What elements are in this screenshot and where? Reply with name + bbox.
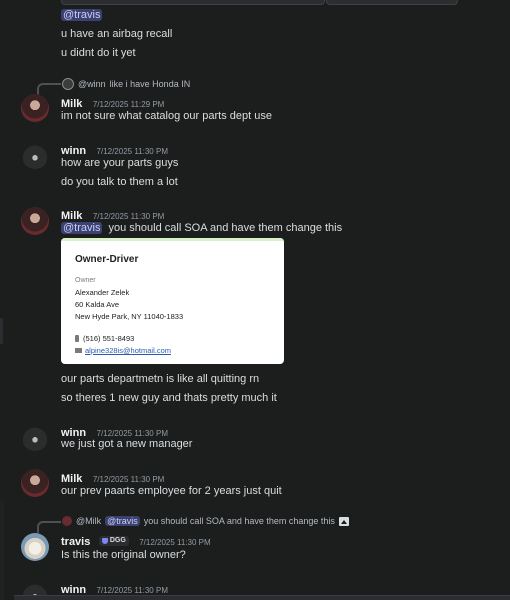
username[interactable]: Milk bbox=[61, 473, 82, 485]
message-line: do you talk to them a lot bbox=[61, 176, 178, 188]
message-line: @travis bbox=[61, 9, 103, 21]
timestamp: 7/12/2025 11:30 PM bbox=[92, 475, 165, 484]
scroll-edge bbox=[0, 318, 3, 344]
message-header: travis DGG 7/12/2025 11:30 PM bbox=[61, 532, 211, 550]
username[interactable]: travis bbox=[61, 536, 90, 548]
timestamp: 7/12/2025 11:30 PM bbox=[92, 212, 165, 221]
owner-city: New Hyde Park, NY 11040-1833 bbox=[75, 312, 184, 321]
timestamp: 7/12/2025 11:29 PM bbox=[92, 100, 165, 109]
avatar[interactable] bbox=[21, 94, 49, 122]
avatar bbox=[62, 516, 72, 526]
username[interactable]: Milk bbox=[61, 98, 82, 110]
card-accent-bar bbox=[61, 238, 284, 241]
embed-stub bbox=[326, 0, 458, 5]
timestamp: 7/12/2025 11:30 PM bbox=[96, 147, 168, 156]
card-title: Owner-Driver bbox=[75, 254, 139, 265]
shield-badge-icon bbox=[101, 537, 108, 544]
sidebar-edge bbox=[0, 500, 4, 600]
user-mention[interactable]: @travis bbox=[61, 9, 103, 21]
message-line: we just got a new manager bbox=[61, 438, 193, 450]
avatar[interactable] bbox=[21, 533, 49, 561]
avatar[interactable] bbox=[21, 423, 49, 451]
embed-stub bbox=[61, 0, 325, 5]
message-line: u didnt do it yet bbox=[61, 47, 136, 59]
message-line: u have an airbag recall bbox=[61, 28, 173, 40]
server-tag-label: DGG bbox=[109, 537, 126, 545]
owner-street: 60 Kalda Ave bbox=[75, 300, 120, 309]
chat-window: @travis u have an airbag recall u didnt … bbox=[0, 0, 510, 600]
reply-spine bbox=[37, 83, 61, 95]
owner-email: alpine328is@hotmail.com bbox=[85, 346, 171, 355]
server-tag[interactable]: DGG bbox=[98, 535, 129, 546]
owner-phone-row: (516) 551-8493 bbox=[75, 334, 134, 343]
user-mention[interactable]: @travis bbox=[105, 516, 140, 526]
message-line: @travis you should call SOA and have the… bbox=[61, 222, 342, 234]
timestamp: 7/12/2025 11:30 PM bbox=[96, 586, 168, 595]
avatar[interactable] bbox=[21, 207, 49, 235]
message-line: our prev paarts employee for 2 years jus… bbox=[61, 485, 282, 497]
avatar[interactable] bbox=[21, 141, 49, 169]
username[interactable]: Milk bbox=[61, 210, 82, 222]
reply-text: like i have Honda IN bbox=[109, 79, 191, 89]
timestamp: 7/12/2025 11:30 PM bbox=[139, 538, 211, 547]
image-attachment[interactable]: Owner-Driver Owner Alexander Zelek 60 Ka… bbox=[61, 238, 284, 364]
reply-preview[interactable]: @Milk @travis you should call SOA and ha… bbox=[62, 516, 349, 526]
timestamp: 7/12/2025 11:30 PM bbox=[96, 429, 168, 438]
avatar bbox=[62, 78, 74, 90]
reply-username[interactable]: @Milk bbox=[76, 516, 101, 526]
message-line: how are your parts guys bbox=[61, 157, 179, 169]
message-text: you should call SOA and have them change… bbox=[108, 222, 343, 234]
message-line: Is this the original owner? bbox=[61, 549, 186, 561]
image-icon bbox=[338, 516, 349, 526]
owner-email-row: alpine328is@hotmail.com bbox=[75, 346, 171, 355]
owner-phone: (516) 551-8493 bbox=[83, 334, 135, 343]
message-line: so theres 1 new guy and thats pretty muc… bbox=[61, 392, 277, 404]
reply-spine bbox=[37, 521, 61, 533]
message-line: our parts departmetn is like all quittin… bbox=[61, 373, 260, 385]
username[interactable]: winn bbox=[61, 145, 86, 157]
card-label: Owner bbox=[75, 277, 96, 284]
reply-preview[interactable]: @winn like i have Honda IN bbox=[62, 78, 190, 90]
phone-icon bbox=[75, 335, 79, 342]
message-line: im not sure what catalog our parts dept … bbox=[61, 110, 272, 122]
reply-text: you should call SOA and have them change… bbox=[143, 516, 335, 526]
avatar[interactable] bbox=[21, 469, 49, 497]
mail-icon bbox=[75, 348, 82, 353]
user-mention[interactable]: @travis bbox=[61, 222, 103, 234]
composer-edge bbox=[14, 595, 510, 600]
reply-username[interactable]: @winn bbox=[78, 79, 106, 89]
owner-name: Alexander Zelek bbox=[75, 288, 130, 297]
